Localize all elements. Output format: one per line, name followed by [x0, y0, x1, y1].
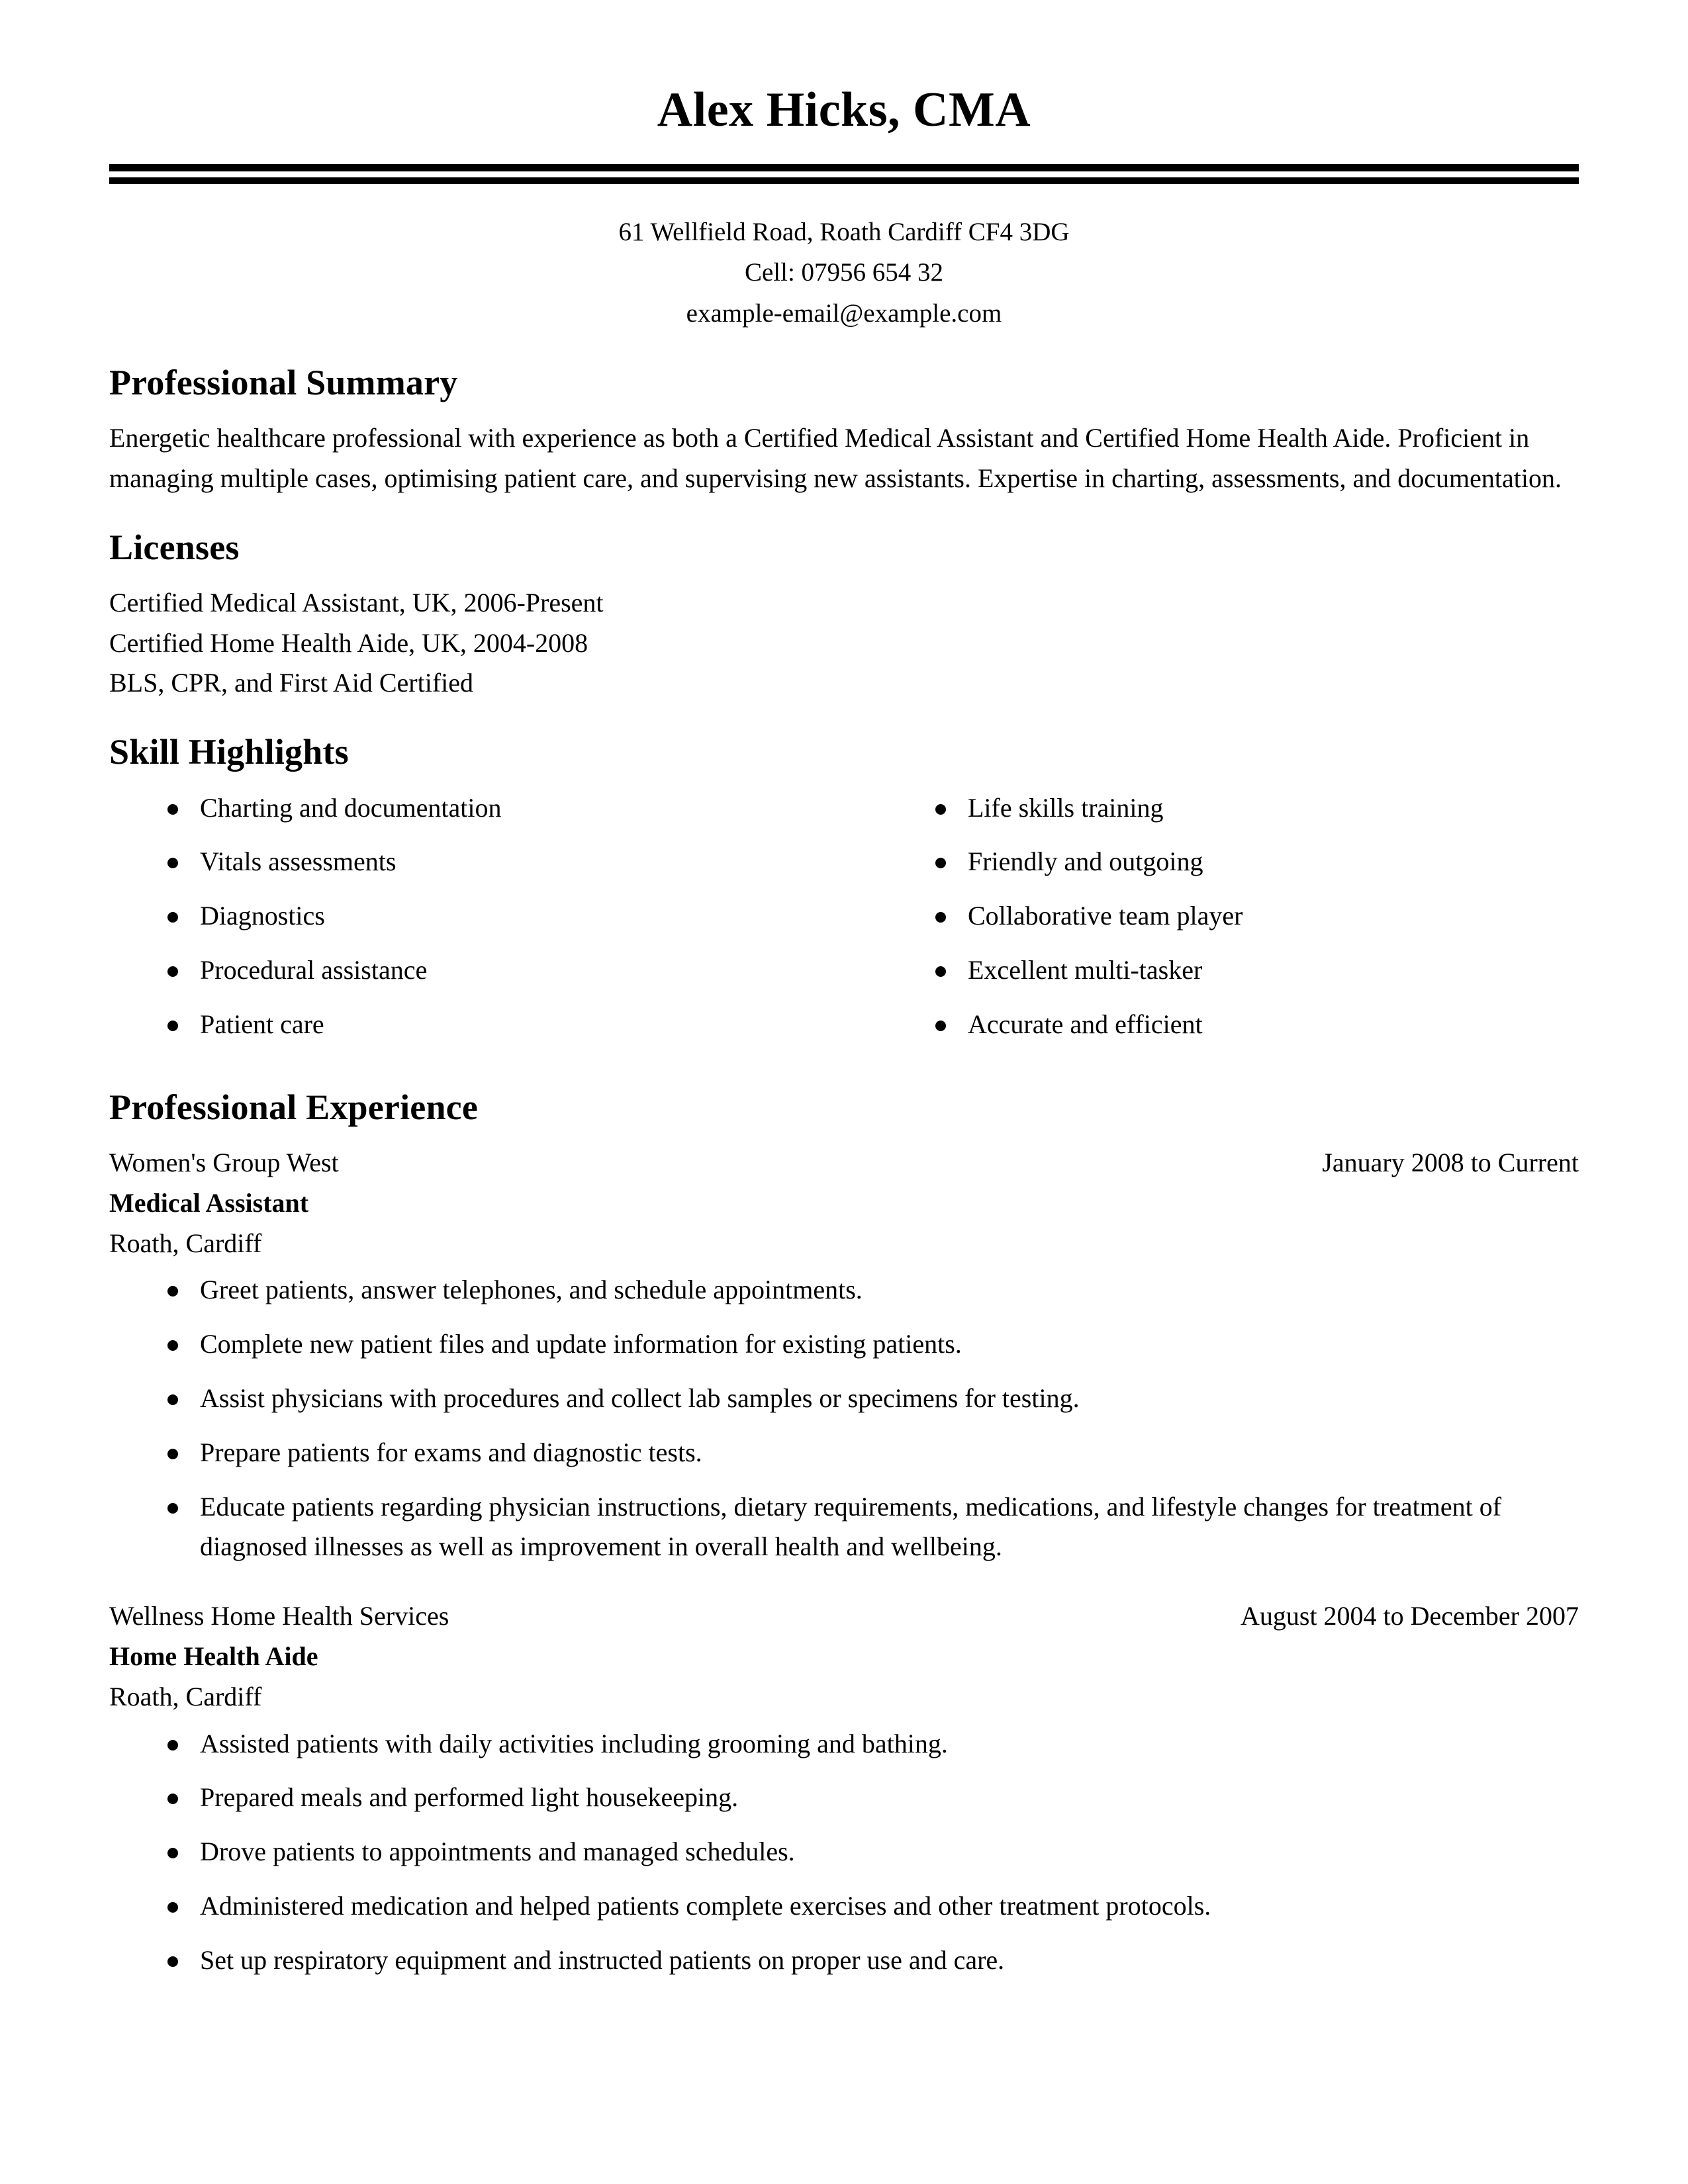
section-title-skill-highlights: Skill Highlights	[109, 732, 349, 772]
job-title: Medical Assistant	[109, 1187, 309, 1218]
section-title-professional-experience: Professional Experience	[109, 1087, 479, 1127]
list-item: Procedural assistance	[109, 950, 844, 991]
list-item: Greet patients, answer telephones, and s…	[109, 1270, 1579, 1310]
license-item: Certified Home Health Aide, UK, 2004-200…	[109, 627, 588, 658]
license-item: BLS, CPR, and First Aid Certified	[109, 668, 474, 698]
experience-entry: Women's Group West January 2008 to Curre…	[109, 1143, 1579, 1567]
experience-entry: Wellness Home Health Services August 200…	[109, 1596, 1579, 1980]
list-item: Collaborative team player	[877, 896, 1579, 936]
skills-column-right: Life skills training Friendly and outgoi…	[844, 788, 1579, 1059]
section-licenses: Licenses Certified Medical Assistant, UK…	[109, 527, 1579, 704]
list-item: Excellent multi-tasker	[877, 950, 1579, 991]
section-skill-highlights: Skill Highlights Charting and documentat…	[109, 732, 1579, 1059]
divider-rule-top	[109, 163, 1579, 171]
resume-content: Alex Hicks, CMA 61 Wellfield Road, Roath…	[109, 0, 1579, 1981]
job-title: Home Health Aide	[109, 1641, 318, 1672]
section-title-licenses: Licenses	[109, 527, 240, 567]
experience-bullet-list: Assisted patients with daily activities …	[109, 1724, 1579, 1981]
list-item: Complete new patient files and update in…	[109, 1324, 1579, 1365]
resume-page: Alex Hicks, CMA 61 Wellfield Road, Roath…	[0, 0, 1688, 2184]
contact-phone: Cell: 07956 654 32	[744, 258, 944, 287]
divider-rule-bottom	[109, 177, 1579, 184]
list-item: Assisted patients with daily activities …	[109, 1724, 1579, 1764]
experience-header-row: Wellness Home Health Services August 200…	[109, 1596, 1579, 1637]
list-item: Set up respiratory equipment and instruc…	[109, 1940, 1579, 1981]
list-item: Accurate and efficient	[877, 1005, 1579, 1045]
professional-summary-text: Energetic healthcare professional with e…	[109, 422, 1562, 493]
skills-list-left: Charting and documentation Vitals assess…	[109, 788, 844, 1045]
list-item: Life skills training	[877, 788, 1579, 829]
header-divider	[109, 163, 1579, 184]
section-title-professional-summary: Professional Summary	[109, 362, 458, 402]
job-location: Roath, Cardiff	[109, 1228, 262, 1258]
list-item: Charting and documentation	[109, 788, 844, 829]
list-item: Diagnostics	[109, 896, 844, 936]
list-item: Friendly and outgoing	[877, 842, 1579, 882]
skills-grid: Charting and documentation Vitals assess…	[109, 788, 1579, 1059]
employment-dates: August 2004 to December 2007	[1240, 1601, 1579, 1631]
section-professional-summary: Professional Summary Energetic healthcar…	[109, 363, 1579, 499]
section-professional-experience: Professional Experience Women's Group We…	[109, 1087, 1579, 1981]
list-item: Prepared meals and performed light house…	[109, 1778, 1579, 1818]
experience-header-row: Women's Group West January 2008 to Curre…	[109, 1143, 1579, 1183]
list-item: Vitals assessments	[109, 842, 844, 882]
list-item: Administered medication and helped patie…	[109, 1886, 1579, 1927]
experience-bullet-list: Greet patients, answer telephones, and s…	[109, 1270, 1579, 1567]
employment-dates: January 2008 to Current	[1322, 1148, 1579, 1178]
skills-column-left: Charting and documentation Vitals assess…	[109, 788, 844, 1059]
contact-email: example-email@example.com	[686, 298, 1002, 328]
employer-name: Wellness Home Health Services	[109, 1601, 449, 1631]
list-item: Patient care	[109, 1005, 844, 1045]
divider-rule-gap	[109, 171, 1579, 177]
employer-name: Women's Group West	[109, 1148, 339, 1178]
list-item: Assist physicians with procedures and co…	[109, 1379, 1579, 1419]
contact-block: 61 Wellfield Road, Roath Cardiff CF4 3DG…	[109, 212, 1579, 334]
list-item: Prepare patients for exams and diagnosti…	[109, 1433, 1579, 1473]
list-item: Educate patients regarding physician ins…	[109, 1487, 1579, 1568]
skills-list-right: Life skills training Friendly and outgoi…	[877, 788, 1579, 1045]
license-item: Certified Medical Assistant, UK, 2006-Pr…	[109, 587, 604, 617]
contact-address: 61 Wellfield Road, Roath Cardiff CF4 3DG	[618, 217, 1070, 246]
list-item: Drove patients to appointments and manag…	[109, 1832, 1579, 1872]
job-location: Roath, Cardiff	[109, 1681, 262, 1711]
page-title: Alex Hicks, CMA	[657, 83, 1031, 137]
